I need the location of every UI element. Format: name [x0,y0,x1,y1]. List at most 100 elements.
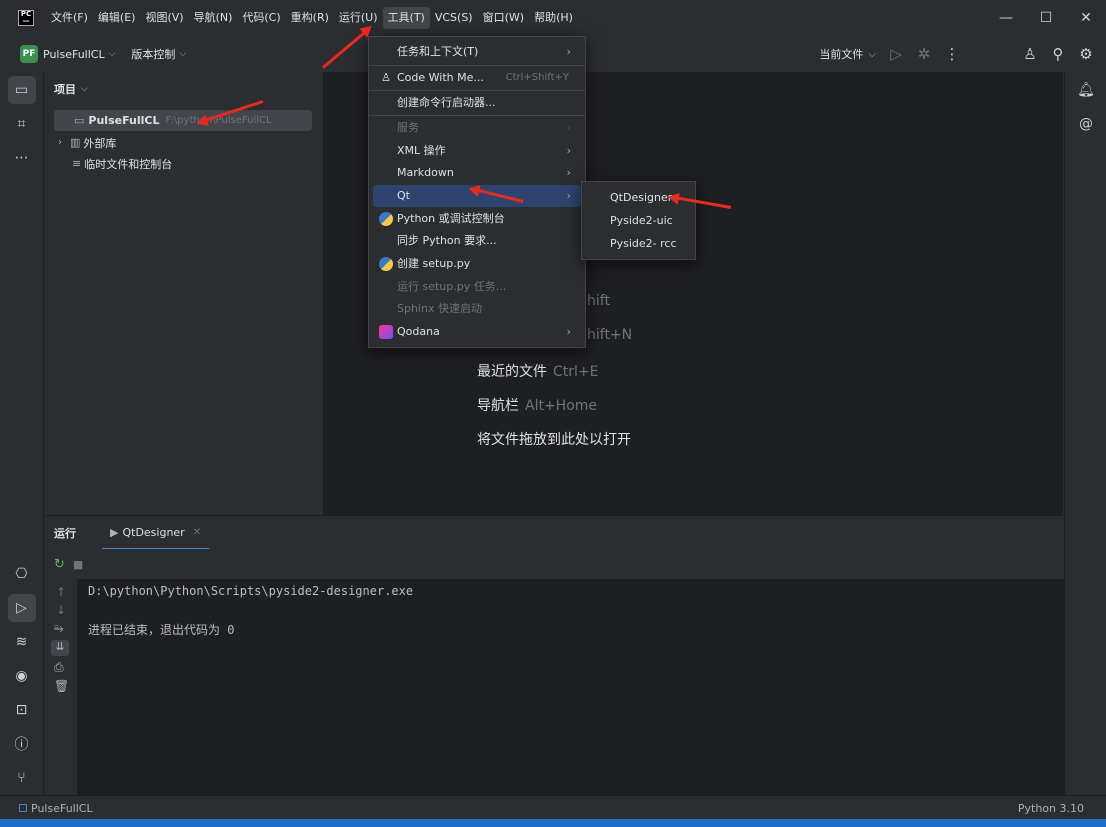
notifications-icon[interactable]: 🔔︎ [1072,76,1100,104]
run-tool-icon[interactable]: ▷ [7,594,36,622]
chevron-down-icon: ⌵ [81,84,88,94]
close-icon[interactable]: ✕ [1066,0,1106,36]
rerun-icon[interactable]: ↻ [54,557,65,572]
scroll-up-icon[interactable]: ↑ [56,585,77,599]
vcs-selector[interactable]: 版本控制 ⌵ [131,46,186,62]
ai-assistant-icon[interactable]: @ [1072,110,1100,138]
menu-item-services: 服务 › [373,117,581,139]
main-menu: 文件(F) 编辑(E) 视图(V) 导航(N) 代码(C) 重构(R) 运行(U… [46,7,578,29]
recent-key: Ctrl+E [553,364,599,380]
menu-edit[interactable]: 编辑(E) [93,7,141,29]
close-tab-icon[interactable]: ✕ [193,527,201,538]
app-logo: PC — [18,10,34,26]
chevron-right-icon: › [58,137,62,148]
run-tab-label: QtDesigner [122,525,185,539]
project-badge: PF [20,45,38,63]
status-project[interactable]: PulseFullCL [31,802,93,815]
scroll-down-icon[interactable]: ↓ [56,603,77,617]
menu-file[interactable]: 文件(F) [46,7,93,29]
menu-item-create-setup[interactable]: 创建 setup.py [373,253,581,275]
navbar-key: Alt+Home [525,398,598,414]
menu-item-xml[interactable]: XML 操作 › [373,140,581,162]
menu-item-qodana[interactable]: Qodana › [373,321,581,343]
add-user-icon[interactable]: ♙ [1016,40,1044,68]
more-tools-icon[interactable]: ⋯ [8,144,36,172]
run-panel-header: 运行 ▶ QtDesigner ✕ [44,515,1064,550]
folder-icon: ▭ [74,114,85,127]
separator [369,90,585,91]
menu-item-create-launcher[interactable]: 创建命令行启动器... [373,92,581,114]
menu-vcs[interactable]: VCS(S) [430,7,478,29]
terminal-icon[interactable]: ⊡ [8,696,36,724]
run-tab-qtdesigner[interactable]: ▶ QtDesigner ✕ [102,516,210,550]
debug-icon[interactable]: ✲ [910,40,938,68]
stop-icon[interactable]: ■ [73,558,83,571]
scratches-label: 临时文件和控制台 [84,157,173,171]
chevron-down-icon: ⌵ [179,49,187,59]
menu-run[interactable]: 运行(U) [334,7,383,29]
project-panel-header[interactable]: 项目 ⌵ [44,72,323,106]
menu-item-tasks[interactable]: 任务和上下文(T) › [373,41,581,63]
run-config-selector[interactable]: 当前文件 ⌵ [819,46,876,62]
python-icon [379,212,393,226]
maximize-icon[interactable]: ☐ [1026,0,1066,36]
menu-window[interactable]: 窗口(W) [478,7,529,29]
submenu-item-pyside2-rcc[interactable]: Pyside2- rcc [586,233,691,255]
hint-partial-1: hift [587,293,610,309]
print-icon[interactable]: ⎙ [54,660,77,675]
submenu-item-pyside2-uic[interactable]: Pyside2-uic [586,210,691,232]
git-icon[interactable]: ⑂ [8,764,36,792]
menu-item-label: Qt [397,189,410,202]
python-icon [379,257,393,271]
menu-tools[interactable]: 工具(T) [382,7,430,29]
menu-item-markdown[interactable]: Markdown › [373,162,581,184]
more-icon[interactable]: ⋮ [938,40,966,68]
layers-icon[interactable]: ≋ [8,628,36,656]
trash-icon[interactable]: 🗑︎ [54,679,77,693]
menu-code[interactable]: 代码(C) [237,7,285,29]
menu-item-label: Python 或调试控制台 [397,212,505,225]
menu-item-code-with-me[interactable]: ♙ Code With Me... Ctrl+Shift+Y [373,67,581,89]
menu-item-python-console[interactable]: Python 或调试控制台 [373,208,581,230]
search-icon[interactable]: ⚲ [1044,40,1072,68]
chevron-right-icon: › [566,144,571,157]
tree-external-libs[interactable]: › ▥ 外部库 [54,132,116,153]
structure-icon[interactable]: ⌗ [8,110,36,138]
menu-item-label: 创建 setup.py [397,257,471,270]
soft-wrap-icon[interactable]: ⥱ [54,621,77,636]
hint-navbar: 导航栏 Alt+Home [477,395,597,415]
menu-view[interactable]: 视图(V) [140,7,188,29]
menu-item-sync-requirements[interactable]: 同步 Python 要求... [373,230,581,252]
python-console-icon[interactable]: ⎔ [8,560,36,588]
project-selector[interactable]: PF PulseFullCL ⌵ [20,45,115,63]
menu-refactor[interactable]: 重构(R) [286,7,334,29]
run-console[interactable]: D:\python\Python\Scripts\pyside2-designe… [77,579,1064,795]
menu-item-label: 运行 setup.py 任务... [397,280,507,293]
tree-scratches[interactable]: ≡ 临时文件和控制台 [54,153,172,174]
toolbar-right: 当前文件 ⌵ ▷ ✲ ⋮ ♙ ⚲ ⚙ [819,40,1100,68]
scroll-to-end-icon[interactable]: ⇊ [51,640,69,656]
console-line-command: D:\python\Python\Scripts\pyside2-designe… [88,584,414,598]
external-libs-label: 外部库 [83,136,117,150]
scratches-icon: ≡ [72,157,82,170]
project-folder-icon[interactable]: ▭ [7,76,36,104]
run-icon[interactable]: ▷ [882,40,910,68]
tree-root-item[interactable]: ▭ PulseFullCL F:\python\PulseFullCL [54,110,312,131]
minimize-icon[interactable]: — [986,0,1026,36]
code-with-me-icon: ♙ [381,71,391,84]
navbar-label: 导航栏 [477,398,519,414]
services-icon[interactable]: ◉ [8,662,36,690]
run-tab-icon: ▶ [110,525,119,539]
hint-partial-2: hift+N [587,327,633,343]
status-interpreter[interactable]: Python 3.10 [1018,802,1084,815]
console-line-exit: 进程已结束，退出代码为 0 [88,623,235,637]
menu-navigate[interactable]: 导航(N) [189,7,238,29]
menu-item-label: 任务和上下文(T) [397,45,479,58]
problems-icon[interactable]: ⓘ [8,730,36,758]
run-toolbar: ↻ ■ [44,549,1064,579]
settings-icon[interactable]: ⚙ [1072,40,1100,68]
chevron-right-icon: › [566,45,571,58]
right-tool-strip: 🔔︎ @ [1064,72,1106,795]
menu-help[interactable]: 帮助(H) [529,7,578,29]
menu-item-label: Qodana [397,325,440,338]
